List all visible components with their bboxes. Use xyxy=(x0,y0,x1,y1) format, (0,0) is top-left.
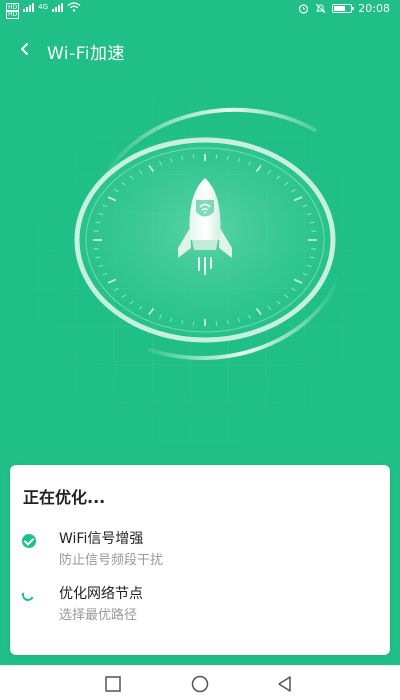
back-nav-button[interactable] xyxy=(276,675,296,693)
app-header: Wi-Fi加速 xyxy=(0,30,400,70)
task-subtitle: 选择最优路径 xyxy=(59,608,138,623)
status-right: 20:08 xyxy=(298,2,390,15)
wifi-icon xyxy=(67,2,81,12)
page-title: Wi-Fi加速 xyxy=(47,44,126,64)
check-circle-icon xyxy=(22,534,36,548)
task-title: 优化网络节点 xyxy=(59,586,143,602)
signal-icon-2 xyxy=(52,2,64,12)
home-icon xyxy=(191,675,209,693)
task-subtitle: 防止信号频段干扰 xyxy=(59,553,164,568)
recent-apps-button[interactable] xyxy=(104,675,124,693)
system-nav-bar xyxy=(0,665,400,700)
wifi-shield-icon xyxy=(196,200,214,217)
task-item-node-optimize: 优化网络节点 选择最优路径 xyxy=(20,583,372,623)
status-bar: HD 4G HD 20:08 xyxy=(0,0,400,19)
status-icon xyxy=(22,534,38,550)
progress-sheet: 正在优化... WiFi信号增强 防止信号频段干扰 优化网络节点 选择最优路径 xyxy=(10,465,390,655)
home-button[interactable] xyxy=(190,675,210,693)
alarm-icon xyxy=(299,4,309,14)
task-title: WiFi信号增强 xyxy=(59,531,144,547)
progress-title: 正在优化... xyxy=(23,488,106,507)
dial-graphic xyxy=(74,107,342,360)
network-type: 4G xyxy=(38,3,49,11)
sim2-badge: HD xyxy=(6,10,20,19)
dial-tick xyxy=(215,321,218,326)
wifi-boost-screen: HD 4G HD 20:08 Wi-Fi加速 正在优化... WiFi信号增强 … xyxy=(0,0,400,700)
recent-apps-icon xyxy=(105,676,121,692)
dial-tick xyxy=(192,321,195,326)
signal-icon xyxy=(23,2,35,12)
boost-dial xyxy=(40,100,370,380)
chevron-left-icon xyxy=(21,43,28,55)
clock: 20:08 xyxy=(358,2,390,15)
dial-tick xyxy=(215,154,218,159)
dial-tick xyxy=(192,154,195,159)
back-triangle-icon xyxy=(278,676,291,692)
back-button[interactable] xyxy=(14,38,36,60)
battery-icon xyxy=(332,4,355,13)
task-item-wifi-boost: WiFi信号增强 防止信号频段干扰 xyxy=(22,528,372,568)
status-left-row2: HD xyxy=(6,10,20,19)
status-icon xyxy=(20,587,38,605)
loading-spinner-icon xyxy=(20,587,36,603)
mute-icon xyxy=(315,3,326,14)
